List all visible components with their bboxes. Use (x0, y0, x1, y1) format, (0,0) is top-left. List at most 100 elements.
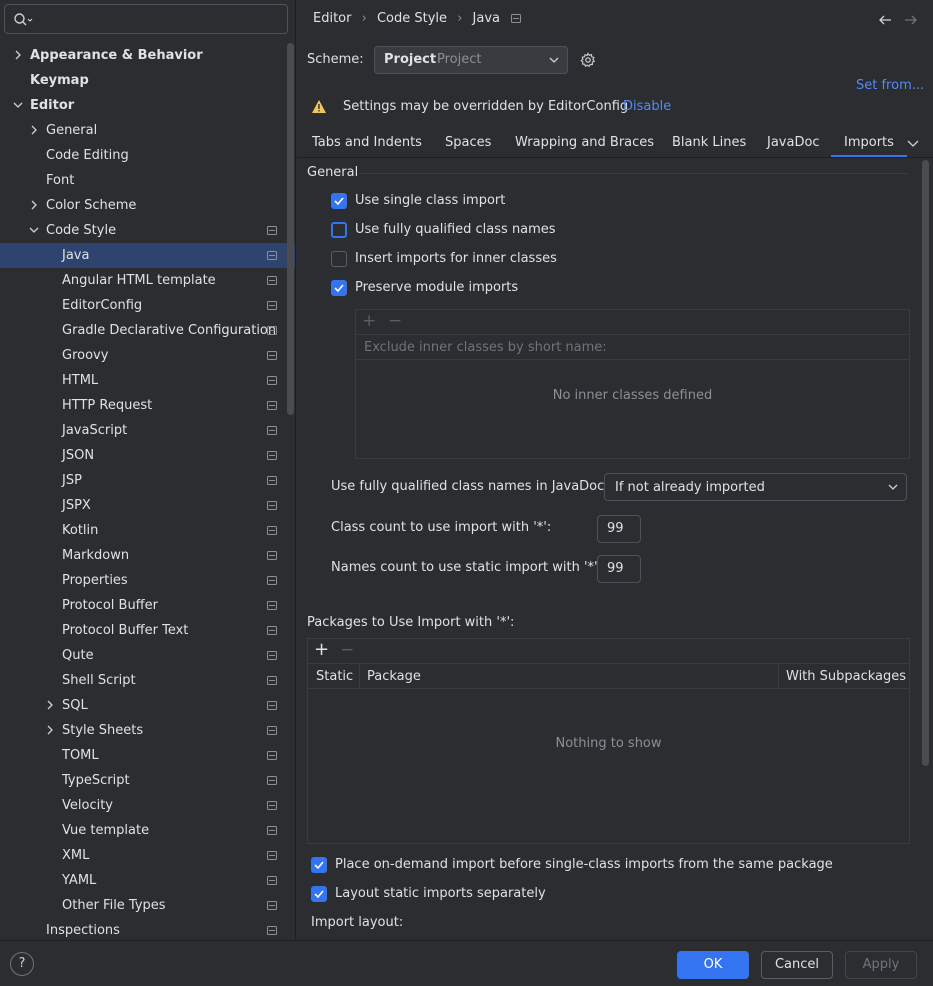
names-count-input[interactable]: 99 (597, 555, 641, 583)
content-scrollbar[interactable] (922, 160, 929, 766)
javadoc-qualified-names-dropdown[interactable]: If not already imported (604, 473, 907, 501)
sidebar-item-label: TypeScript (62, 773, 130, 788)
tab-spaces[interactable]: Spaces (445, 133, 491, 157)
sidebar-item-label: Shell Script (62, 673, 136, 688)
sidebar-item-gradle-declarative-configuration[interactable]: Gradle Declarative Configuration (0, 318, 295, 343)
use-fully-qualified-names-checkbox[interactable] (331, 222, 347, 238)
set-from-link[interactable]: Set from... (856, 78, 924, 93)
breadcrumb-editor[interactable]: Editor (313, 11, 351, 26)
breadcrumb-separator: › (457, 11, 463, 26)
sidebar-item-properties[interactable]: Properties (0, 568, 295, 593)
layout-static-imports-checkbox[interactable] (311, 886, 327, 902)
sidebar-item-html[interactable]: HTML (0, 368, 295, 393)
sidebar-item-protocol-buffer-text[interactable]: Protocol Buffer Text (0, 618, 295, 643)
sidebar-item-font[interactable]: Font (0, 168, 295, 193)
tabs-overflow-chevron-icon[interactable] (907, 140, 919, 148)
sidebar-item-javascript[interactable]: JavaScript (0, 418, 295, 443)
preserve-module-imports-checkbox[interactable] (331, 280, 347, 296)
project-level-icon (267, 601, 277, 610)
class-count-value: 99 (607, 521, 624, 536)
sidebar-item-style-sheets[interactable]: Style Sheets (0, 718, 295, 743)
no-inner-classes-text: No inner classes defined (552, 388, 713, 403)
javadoc-qualified-names-value: If not already imported (615, 480, 765, 495)
chevron-right-icon[interactable] (45, 725, 55, 735)
settings-search-field[interactable] (4, 4, 288, 34)
use-single-class-import-checkbox[interactable] (331, 193, 347, 209)
chevron-right-icon[interactable] (29, 200, 39, 210)
insert-imports-inner-classes-checkbox[interactable] (331, 251, 347, 267)
sidebar-item-other-file-types[interactable]: Other File Types (0, 893, 295, 918)
tab-blank-lines[interactable]: Blank Lines (672, 133, 746, 157)
sidebar-item-color-scheme[interactable]: Color Scheme (0, 193, 295, 218)
project-level-icon (267, 301, 277, 310)
sidebar-item-keymap[interactable]: Keymap (0, 68, 295, 93)
chevron-down-icon[interactable] (13, 100, 23, 110)
sidebar-item-label: Gradle Declarative Configuration (62, 323, 277, 338)
help-button[interactable]: ? (10, 952, 34, 976)
back-arrow-icon[interactable] (878, 13, 892, 27)
sidebar-item-kotlin[interactable]: Kotlin (0, 518, 295, 543)
tab-javadoc[interactable]: JavaDoc (767, 133, 820, 157)
sidebar-item-markdown[interactable]: Markdown (0, 543, 295, 568)
apply-button[interactable]: Apply (845, 951, 917, 979)
sidebar-item-editor[interactable]: Editor (0, 93, 295, 118)
class-count-input[interactable]: 99 (597, 515, 641, 543)
column-with-subpackages[interactable]: With Subpackages (786, 669, 906, 684)
project-level-icon (267, 476, 277, 485)
sidebar-item-code-editing[interactable]: Code Editing (0, 143, 295, 168)
tab-tabs-and-indents[interactable]: Tabs and Indents (312, 133, 422, 157)
sidebar-item-jspx[interactable]: JSPX (0, 493, 295, 518)
column-divider (778, 664, 779, 689)
column-static[interactable]: Static (316, 669, 353, 684)
chevron-right-icon[interactable] (13, 50, 23, 60)
project-level-icon (267, 251, 277, 260)
breadcrumb-code-style[interactable]: Code Style (377, 11, 447, 26)
project-level-icon (267, 751, 277, 760)
sidebar-item-jsp[interactable]: JSP (0, 468, 295, 493)
sidebar-item-typescript[interactable]: TypeScript (0, 768, 295, 793)
add-package-button[interactable]: + (314, 639, 329, 660)
gear-icon[interactable] (580, 52, 596, 68)
remove-inner-class-button[interactable]: − (388, 311, 402, 331)
remove-package-button[interactable]: − (340, 640, 354, 660)
sidebar-item-qute[interactable]: Qute (0, 643, 295, 668)
forward-arrow-icon[interactable] (904, 13, 918, 27)
sidebar-item-json[interactable]: JSON (0, 443, 295, 468)
sidebar-item-sql[interactable]: SQL (0, 693, 295, 718)
chevron-right-icon[interactable] (45, 700, 55, 710)
cancel-button[interactable]: Cancel (761, 951, 833, 979)
project-level-icon (267, 826, 277, 835)
chevron-right-icon[interactable] (29, 125, 39, 135)
sidebar-item-editorconfig[interactable]: EditorConfig (0, 293, 295, 318)
sidebar-item-label: Color Scheme (46, 198, 137, 213)
sidebar-item-appearance-behavior[interactable]: Appearance & Behavior (0, 43, 295, 68)
tab-imports[interactable]: Imports (831, 133, 907, 157)
place-on-demand-checkbox[interactable] (311, 857, 327, 873)
sidebar-item-velocity[interactable]: Velocity (0, 793, 295, 818)
sidebar-item-general[interactable]: General (0, 118, 295, 143)
sidebar-item-toml[interactable]: TOML (0, 743, 295, 768)
scheme-dropdown[interactable]: Project Project (374, 46, 568, 74)
add-inner-class-button[interactable]: + (362, 311, 376, 331)
sidebar-item-shell-script[interactable]: Shell Script (0, 668, 295, 693)
sidebar-item-vue-template[interactable]: Vue template (0, 818, 295, 843)
sidebar-item-label: Code Editing (46, 148, 129, 163)
sidebar-item-xml[interactable]: XML (0, 843, 295, 868)
exclude-inner-classes-placeholder: Exclude inner classes by short name: (364, 340, 607, 355)
sidebar-item-java[interactable]: Java (0, 243, 295, 268)
sidebar-item-yaml[interactable]: YAML (0, 868, 295, 893)
chevron-down-icon[interactable] (29, 225, 39, 235)
sidebar-item-label: Properties (62, 573, 128, 588)
disable-editorconfig-link[interactable]: Disable (623, 99, 671, 114)
sidebar-item-groovy[interactable]: Groovy (0, 343, 295, 368)
sidebar-item-angular-html-template[interactable]: Angular HTML template (0, 268, 295, 293)
sidebar-item-http-request[interactable]: HTTP Request (0, 393, 295, 418)
sidebar-item-protocol-buffer[interactable]: Protocol Buffer (0, 593, 295, 618)
ok-button[interactable]: OK (677, 951, 749, 979)
column-package[interactable]: Package (367, 669, 421, 684)
sidebar-item-code-style[interactable]: Code Style (0, 218, 295, 243)
settings-search-input[interactable] (35, 8, 275, 30)
names-count-value: 99 (607, 561, 624, 576)
sidebar-scrollbar[interactable] (287, 43, 294, 415)
tab-wrapping-and-braces[interactable]: Wrapping and Braces (515, 133, 654, 157)
